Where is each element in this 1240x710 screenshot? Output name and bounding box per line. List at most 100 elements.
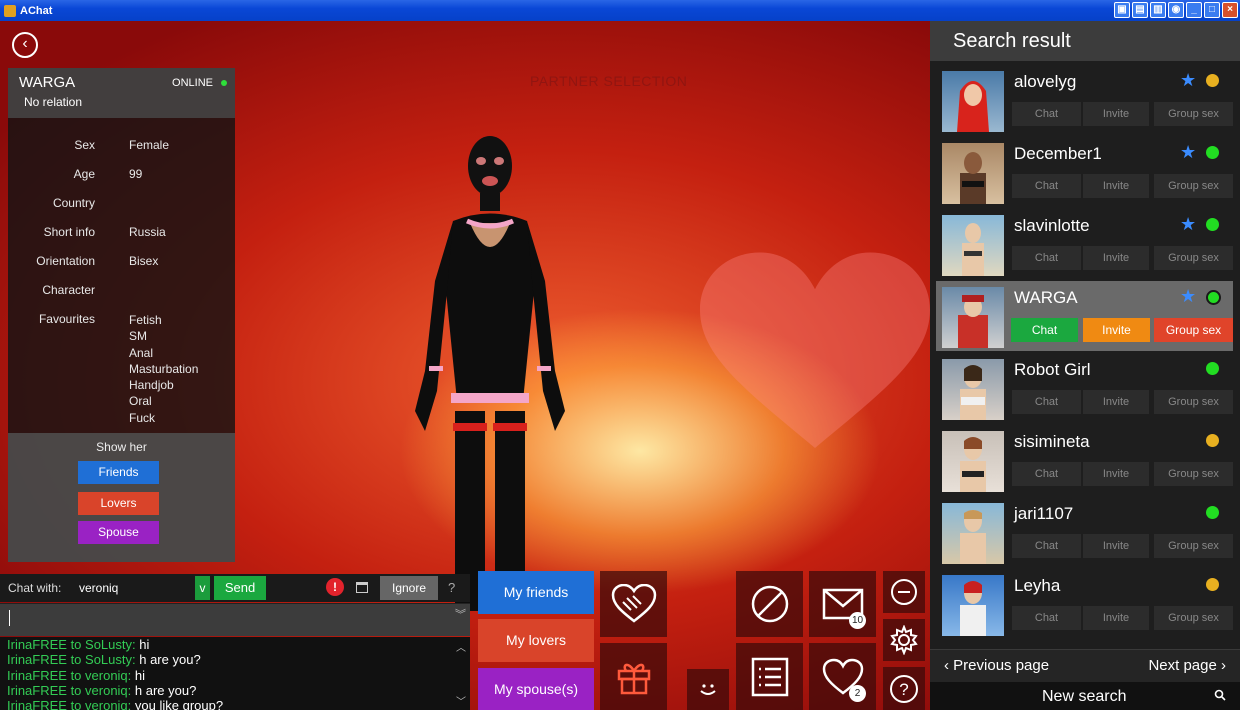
group-sex-button[interactable]: Group sex [1154, 390, 1233, 414]
block-tile[interactable] [736, 571, 803, 637]
chat-button[interactable]: Chat [1012, 174, 1081, 198]
user-avatar[interactable] [942, 359, 1004, 420]
group-sex-button[interactable]: Group sex [1154, 462, 1233, 486]
close-button[interactable]: × [1222, 2, 1238, 18]
chat-button[interactable]: Chat [1012, 246, 1081, 270]
show-lovers-button[interactable]: Lovers [78, 492, 159, 515]
user-row[interactable]: slavinlotte ★ Chat Invite Group sex [936, 209, 1233, 279]
user-avatar[interactable] [942, 143, 1004, 204]
ignore-button[interactable]: Ignore [380, 576, 438, 600]
new-search-button[interactable]: New search [930, 682, 1240, 710]
window-icon[interactable] [356, 582, 368, 593]
user-name[interactable]: Robot Girl [1014, 360, 1091, 380]
minimize-button[interactable]: _ [1186, 2, 1202, 18]
user-avatar[interactable] [942, 287, 1004, 348]
window-extra-4-button[interactable]: ◉ [1168, 2, 1184, 18]
emoji-tile[interactable] [687, 669, 729, 710]
group-sex-button[interactable]: Group sex [1154, 102, 1233, 126]
chevron-down-icon[interactable]: ︾ [455, 606, 466, 622]
invite-button[interactable]: Invite [1083, 606, 1149, 630]
user-row-selected[interactable]: WARGA ★ Chat Invite Group sex [936, 281, 1233, 351]
message-sender: IrinaFREE to veroniq: [7, 667, 132, 683]
user-row[interactable]: Robot Girl Chat Invite Group sex [936, 353, 1233, 423]
maximize-button[interactable]: □ [1204, 2, 1220, 18]
show-spouse-button[interactable]: Spouse [78, 521, 159, 544]
user-row[interactable]: jari1107 Chat Invite Group sex [936, 497, 1233, 567]
user-name[interactable]: jari1107 [1014, 504, 1073, 524]
user-avatar[interactable] [942, 71, 1004, 132]
invite-button[interactable]: Invite [1083, 462, 1149, 486]
user-name[interactable]: alovelyg [1014, 72, 1076, 92]
group-sex-button[interactable]: Group sex [1154, 318, 1233, 342]
chat-button[interactable]: Chat [1012, 606, 1081, 630]
chat-message: IrinaFREE to SoLusty: h are you? [0, 652, 470, 667]
user-row[interactable]: sisimineta Chat Invite Group sex [936, 425, 1233, 495]
window-extra-3-button[interactable]: ▥ [1150, 2, 1166, 18]
likes-tile[interactable]: 2 [809, 643, 876, 710]
chat-input[interactable]: ︾ [0, 603, 470, 636]
settings-tile[interactable] [883, 619, 925, 661]
send-button[interactable]: Send [214, 576, 266, 600]
help-tile[interactable]: ? [883, 667, 925, 710]
gear-icon [890, 625, 918, 655]
invite-button[interactable]: Invite [1083, 390, 1149, 414]
messages-tile[interactable]: 10 [809, 571, 876, 637]
favorite-star-icon[interactable]: ★ [1180, 214, 1196, 235]
previous-page-button[interactable]: ‹ Previous page [944, 657, 1049, 674]
invite-button[interactable]: Invite [1083, 174, 1149, 198]
search-icon [1214, 689, 1226, 701]
scroll-up-icon[interactable]: ︿ [456, 639, 466, 654]
user-avatar[interactable] [942, 503, 1004, 564]
chat-button[interactable]: Chat [1011, 318, 1078, 342]
handshake-tile[interactable] [600, 571, 667, 637]
chat-button[interactable]: Chat [1012, 462, 1081, 486]
user-name[interactable]: slavinlotte [1014, 216, 1090, 236]
list-tile[interactable] [736, 643, 803, 710]
user-name[interactable]: sisimineta [1014, 432, 1090, 452]
show-friends-button[interactable]: Friends [78, 461, 159, 484]
user-avatar[interactable] [942, 431, 1004, 492]
invite-button[interactable]: Invite [1083, 102, 1149, 126]
scroll-down-icon[interactable]: ﹀ [456, 693, 466, 708]
window-extra-2-button[interactable]: ▤ [1132, 2, 1148, 18]
user-row[interactable]: alovelyg ★ Chat Invite Group sex [936, 65, 1233, 135]
user-avatar[interactable] [942, 575, 1004, 636]
my-spouses-button[interactable]: My spouse(s) [478, 668, 594, 710]
group-sex-button[interactable]: Group sex [1154, 246, 1233, 270]
favourite-item: Fetish [129, 313, 162, 327]
user-avatar[interactable] [942, 215, 1004, 276]
chat-button[interactable]: Chat [1012, 102, 1081, 126]
chat-log[interactable]: IrinaFREE to SoLusty: hi IrinaFREE to So… [0, 637, 470, 710]
invite-button[interactable]: Invite [1083, 534, 1149, 558]
user-name[interactable]: WARGA [1014, 288, 1078, 308]
gift-tile[interactable] [600, 643, 667, 710]
invite-button[interactable]: Invite [1083, 246, 1149, 270]
next-page-button[interactable]: Next page › [1148, 657, 1226, 674]
my-lovers-button[interactable]: My lovers [478, 619, 594, 662]
list-icon [751, 657, 788, 696]
chat-button[interactable]: Chat [1012, 534, 1081, 558]
favorite-star-icon[interactable]: ★ [1180, 70, 1196, 91]
favorite-star-icon[interactable]: ★ [1180, 142, 1196, 163]
user-row[interactable]: December1 ★ Chat Invite Group sex [936, 137, 1233, 207]
group-sex-button[interactable]: Group sex [1154, 174, 1233, 198]
user-row[interactable]: Leyha Chat Invite Group sex [936, 569, 1233, 639]
user-name[interactable]: Leyha [1014, 576, 1060, 596]
invite-button[interactable]: Invite [1083, 318, 1150, 342]
minus-tile[interactable] [883, 571, 925, 613]
away-status-dot [1206, 434, 1219, 447]
avatar-model[interactable] [395, 131, 585, 631]
chat-with-dropdown-button[interactable]: v [195, 576, 210, 600]
group-sex-button[interactable]: Group sex [1154, 534, 1233, 558]
chat-with-value[interactable]: veroniq [79, 581, 118, 595]
favorite-star-icon[interactable]: ★ [1180, 286, 1196, 307]
online-status-label: ONLINE [172, 77, 213, 89]
my-friends-button[interactable]: My friends [478, 571, 594, 614]
chat-button[interactable]: Chat [1012, 390, 1081, 414]
alert-icon[interactable]: ! [326, 578, 344, 596]
help-icon[interactable]: ? [448, 580, 455, 595]
back-button[interactable]: ‹ [12, 32, 38, 58]
window-extra-1-button[interactable]: ▣ [1114, 2, 1130, 18]
user-name[interactable]: December1 [1014, 144, 1102, 164]
group-sex-button[interactable]: Group sex [1154, 606, 1233, 630]
